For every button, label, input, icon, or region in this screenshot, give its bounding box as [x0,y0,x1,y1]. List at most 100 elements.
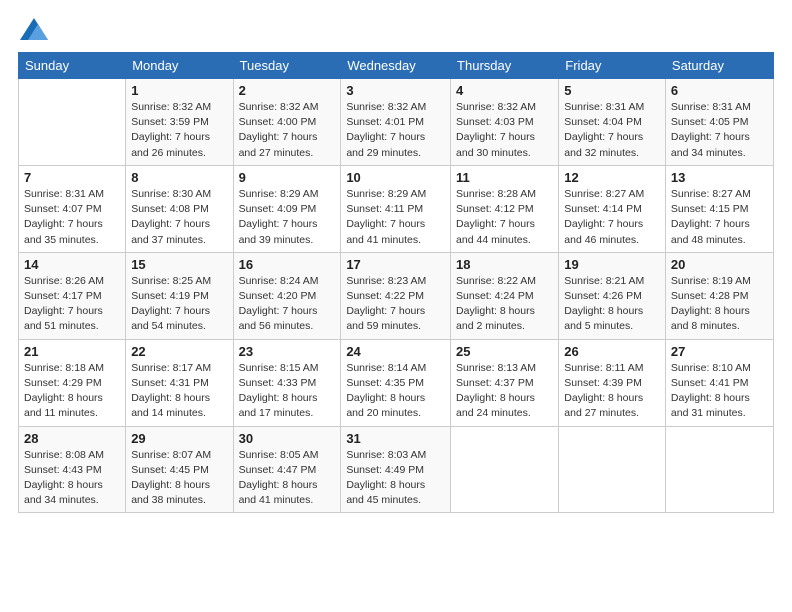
day-number: 16 [239,257,336,272]
calendar-cell [451,426,559,513]
day-info: Sunrise: 8:11 AMSunset: 4:39 PMDaylight:… [564,361,660,422]
calendar-body: 1 Sunrise: 8:32 AMSunset: 3:59 PMDaylight… [19,79,774,513]
calendar-cell [19,79,126,166]
calendar-cell: 13 Sunrise: 8:27 AMSunset: 4:15 PMDayligh… [665,165,773,252]
day-info: Sunrise: 8:15 AMSunset: 4:33 PMDaylight:… [239,361,336,422]
day-number: 4 [456,83,553,98]
day-number: 12 [564,170,660,185]
day-info: Sunrise: 8:10 AMSunset: 4:41 PMDaylight:… [671,361,768,422]
day-info: Sunrise: 8:30 AMSunset: 4:08 PMDaylight:… [131,187,227,248]
day-number: 7 [24,170,120,185]
calendar-cell [665,426,773,513]
calendar-cell: 27 Sunrise: 8:10 AMSunset: 4:41 PMDayligh… [665,339,773,426]
day-number: 28 [24,431,120,446]
day-info: Sunrise: 8:08 AMSunset: 4:43 PMDaylight:… [24,448,120,509]
calendar-week-3: 21 Sunrise: 8:18 AMSunset: 4:29 PMDayligh… [19,339,774,426]
calendar-table: SundayMondayTuesdayWednesdayThursdayFrid… [18,52,774,513]
calendar-cell: 26 Sunrise: 8:11 AMSunset: 4:39 PMDayligh… [559,339,666,426]
day-number: 24 [346,344,445,359]
day-info: Sunrise: 8:31 AMSunset: 4:07 PMDaylight:… [24,187,120,248]
day-number: 14 [24,257,120,272]
day-info: Sunrise: 8:14 AMSunset: 4:35 PMDaylight:… [346,361,445,422]
calendar-cell: 14 Sunrise: 8:26 AMSunset: 4:17 PMDayligh… [19,252,126,339]
day-number: 8 [131,170,227,185]
calendar-cell: 15 Sunrise: 8:25 AMSunset: 4:19 PMDayligh… [126,252,233,339]
day-info: Sunrise: 8:27 AMSunset: 4:14 PMDaylight:… [564,187,660,248]
calendar-cell: 5 Sunrise: 8:31 AMSunset: 4:04 PMDaylight… [559,79,666,166]
day-number: 5 [564,83,660,98]
day-info: Sunrise: 8:22 AMSunset: 4:24 PMDaylight:… [456,274,553,335]
logo-icon [20,18,48,40]
calendar-cell: 12 Sunrise: 8:27 AMSunset: 4:14 PMDayligh… [559,165,666,252]
day-info: Sunrise: 8:32 AMSunset: 3:59 PMDaylight:… [131,100,227,161]
calendar-header-tuesday: Tuesday [233,53,341,79]
day-info: Sunrise: 8:19 AMSunset: 4:28 PMDaylight:… [671,274,768,335]
day-number: 15 [131,257,227,272]
calendar-cell: 7 Sunrise: 8:31 AMSunset: 4:07 PMDaylight… [19,165,126,252]
day-number: 27 [671,344,768,359]
day-number: 21 [24,344,120,359]
day-info: Sunrise: 8:31 AMSunset: 4:05 PMDaylight:… [671,100,768,161]
day-number: 3 [346,83,445,98]
calendar-cell: 2 Sunrise: 8:32 AMSunset: 4:00 PMDaylight… [233,79,341,166]
calendar-header-sunday: Sunday [19,53,126,79]
day-number: 22 [131,344,227,359]
calendar-cell: 16 Sunrise: 8:24 AMSunset: 4:20 PMDayligh… [233,252,341,339]
calendar-cell: 28 Sunrise: 8:08 AMSunset: 4:43 PMDayligh… [19,426,126,513]
day-number: 31 [346,431,445,446]
day-number: 9 [239,170,336,185]
day-info: Sunrise: 8:24 AMSunset: 4:20 PMDaylight:… [239,274,336,335]
calendar-cell: 18 Sunrise: 8:22 AMSunset: 4:24 PMDayligh… [451,252,559,339]
day-info: Sunrise: 8:32 AMSunset: 4:00 PMDaylight:… [239,100,336,161]
day-info: Sunrise: 8:18 AMSunset: 4:29 PMDaylight:… [24,361,120,422]
day-info: Sunrise: 8:05 AMSunset: 4:47 PMDaylight:… [239,448,336,509]
calendar-cell: 17 Sunrise: 8:23 AMSunset: 4:22 PMDayligh… [341,252,451,339]
day-number: 20 [671,257,768,272]
day-number: 17 [346,257,445,272]
day-number: 13 [671,170,768,185]
day-number: 1 [131,83,227,98]
day-number: 6 [671,83,768,98]
calendar-header-friday: Friday [559,53,666,79]
day-info: Sunrise: 8:29 AMSunset: 4:11 PMDaylight:… [346,187,445,248]
calendar-cell: 19Sunrise: 8:21 AMSunset: 4:26 PMDayligh… [559,252,666,339]
day-number: 10 [346,170,445,185]
day-number: 18 [456,257,553,272]
calendar-cell: 30 Sunrise: 8:05 AMSunset: 4:47 PMDayligh… [233,426,341,513]
header [18,18,774,42]
calendar-week-4: 28 Sunrise: 8:08 AMSunset: 4:43 PMDayligh… [19,426,774,513]
calendar-cell: 21 Sunrise: 8:18 AMSunset: 4:29 PMDayligh… [19,339,126,426]
calendar-header-saturday: Saturday [665,53,773,79]
day-info: Sunrise: 8:27 AMSunset: 4:15 PMDaylight:… [671,187,768,248]
calendar-cell: 11Sunrise: 8:28 AMSunset: 4:12 PMDayligh… [451,165,559,252]
day-number: 2 [239,83,336,98]
page: SundayMondayTuesdayWednesdayThursdayFrid… [0,0,792,612]
calendar-cell: 3Sunrise: 8:32 AMSunset: 4:01 PMDaylight… [341,79,451,166]
day-number: 26 [564,344,660,359]
calendar-cell: 25Sunrise: 8:13 AMSunset: 4:37 PMDayligh… [451,339,559,426]
calendar-cell: 23Sunrise: 8:15 AMSunset: 4:33 PMDayligh… [233,339,341,426]
calendar-cell: 29Sunrise: 8:07 AMSunset: 4:45 PMDayligh… [126,426,233,513]
day-info: Sunrise: 8:26 AMSunset: 4:17 PMDaylight:… [24,274,120,335]
day-number: 30 [239,431,336,446]
day-number: 19 [564,257,660,272]
day-number: 29 [131,431,227,446]
calendar-cell: 9Sunrise: 8:29 AMSunset: 4:09 PMDaylight… [233,165,341,252]
day-info: Sunrise: 8:32 AMSunset: 4:03 PMDaylight:… [456,100,553,161]
day-info: Sunrise: 8:31 AMSunset: 4:04 PMDaylight:… [564,100,660,161]
calendar-header-thursday: Thursday [451,53,559,79]
logo [18,18,48,42]
calendar-cell: 4 Sunrise: 8:32 AMSunset: 4:03 PMDaylight… [451,79,559,166]
calendar-cell: 20 Sunrise: 8:19 AMSunset: 4:28 PMDayligh… [665,252,773,339]
calendar-week-0: 1 Sunrise: 8:32 AMSunset: 3:59 PMDaylight… [19,79,774,166]
day-info: Sunrise: 8:13 AMSunset: 4:37 PMDaylight:… [456,361,553,422]
day-info: Sunrise: 8:25 AMSunset: 4:19 PMDaylight:… [131,274,227,335]
calendar-cell [559,426,666,513]
day-info: Sunrise: 8:28 AMSunset: 4:12 PMDaylight:… [456,187,553,248]
calendar-header-row: SundayMondayTuesdayWednesdayThursdayFrid… [19,53,774,79]
calendar-cell: 24 Sunrise: 8:14 AMSunset: 4:35 PMDayligh… [341,339,451,426]
calendar-cell: 1 Sunrise: 8:32 AMSunset: 3:59 PMDaylight… [126,79,233,166]
calendar-cell: 10 Sunrise: 8:29 AMSunset: 4:11 PMDayligh… [341,165,451,252]
day-info: Sunrise: 8:23 AMSunset: 4:22 PMDaylight:… [346,274,445,335]
calendar-week-2: 14 Sunrise: 8:26 AMSunset: 4:17 PMDayligh… [19,252,774,339]
